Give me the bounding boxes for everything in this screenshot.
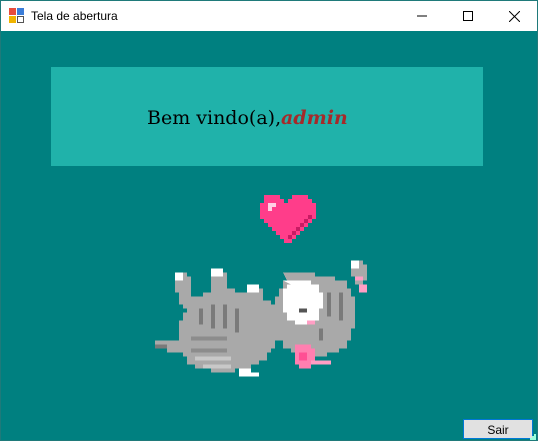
minimize-button[interactable]	[399, 1, 445, 31]
form-client-area: Bem vindo(a), admin Sair	[1, 31, 537, 440]
exit-button[interactable]: Sair	[463, 419, 533, 439]
pixel-cat-image	[155, 260, 367, 377]
title-bar[interactable]: Tela de abertura	[1, 1, 537, 31]
maximize-icon	[463, 11, 473, 21]
exit-button-label: Sair	[487, 422, 509, 437]
heart-icon	[260, 195, 316, 243]
welcome-panel: Bem vindo(a), admin	[51, 67, 483, 166]
maximize-button[interactable]	[445, 1, 491, 31]
welcome-label: Bem vindo(a),	[147, 107, 282, 129]
windows-form-icon[interactable]	[9, 8, 25, 24]
window-title: Tela de abertura	[31, 9, 118, 23]
resize-grip-icon[interactable]	[530, 434, 536, 440]
username-label: admin	[281, 107, 348, 129]
close-button[interactable]	[491, 1, 537, 31]
application-window: Tela de abertura Bem vindo(a), admin Sai…	[0, 0, 538, 441]
close-icon	[508, 10, 520, 22]
minimize-icon	[417, 15, 427, 17]
window-controls	[399, 1, 537, 31]
